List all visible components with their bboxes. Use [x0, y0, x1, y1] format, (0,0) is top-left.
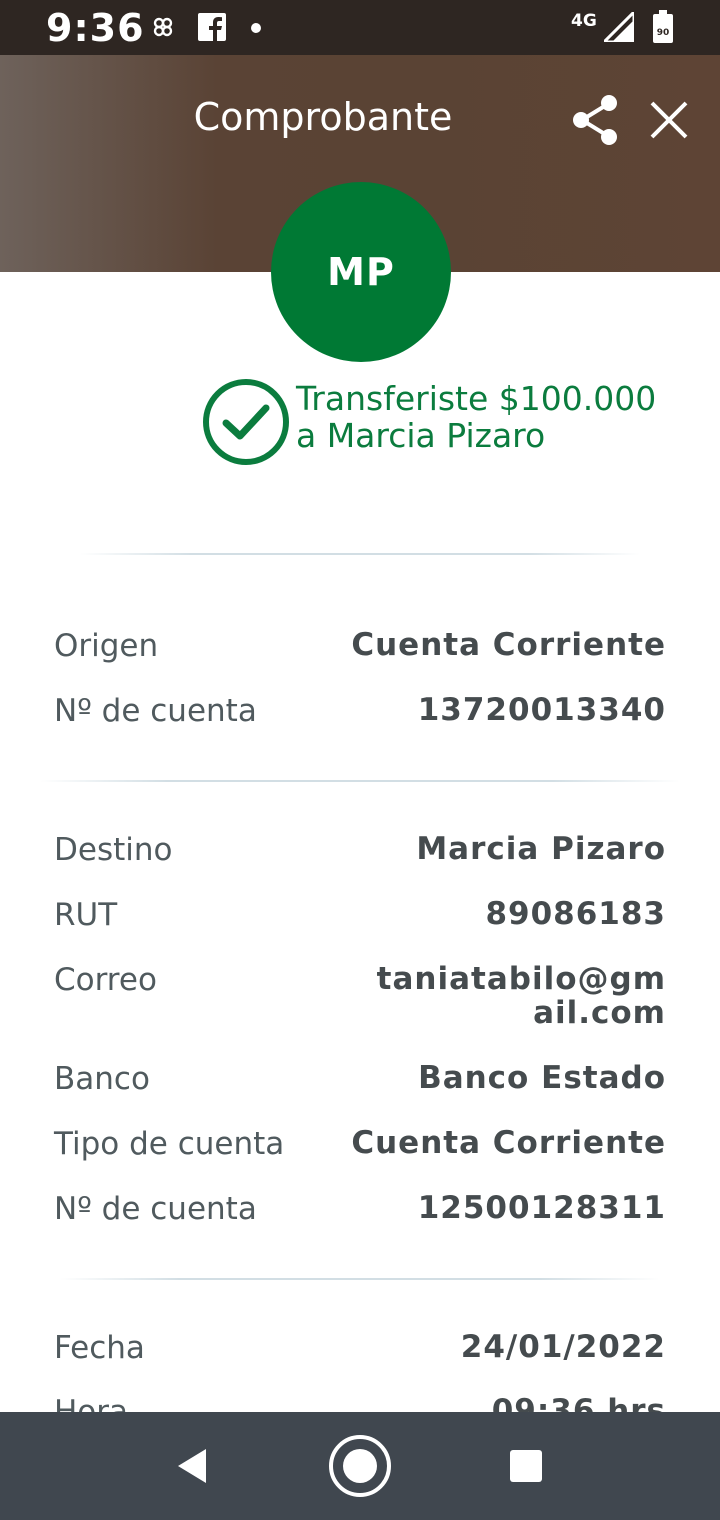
recents-icon [510, 1450, 542, 1482]
origin-account-value: 13720013340 [417, 692, 666, 728]
home-icon [329, 1435, 391, 1497]
account-type-value: Cuenta Corriente [351, 1125, 666, 1161]
avatar: MP [271, 182, 451, 362]
close-button[interactable] [646, 97, 692, 143]
home-button[interactable] [328, 1434, 392, 1498]
origin-value: Cuenta Corriente [351, 627, 666, 663]
dot-icon [251, 23, 261, 33]
divider [60, 1278, 660, 1280]
destination-account-value: 12500128311 [417, 1190, 666, 1226]
status-bar: 9:36 4G 90 [0, 0, 720, 55]
bank-label: Banco [54, 1061, 150, 1097]
battery-icon: 90 [653, 10, 673, 43]
bank-value: Banco Estado [418, 1060, 666, 1096]
destination-account-label: Nº de cuenta [54, 1191, 257, 1227]
date-label: Fecha [54, 1330, 145, 1366]
transfer-success-message: Transferiste $100.000 a Marcia Pizaro [296, 380, 696, 454]
origin-label: Origen [54, 628, 159, 664]
close-icon [650, 101, 688, 139]
success-recipient: a Marcia Pizaro [296, 416, 546, 455]
divider [80, 553, 640, 555]
destination-value: Marcia Pizaro [416, 831, 666, 867]
rut-value: 89086183 [485, 896, 666, 932]
recents-button[interactable] [494, 1434, 558, 1498]
divider [40, 780, 680, 782]
destination-label: Destino [54, 832, 173, 868]
account-type-label: Tipo de cuenta [54, 1126, 285, 1162]
app-notification-icon [153, 17, 173, 37]
battery-level: 90 [657, 28, 670, 38]
origin-account-label: Nº de cuenta [54, 693, 257, 729]
status-time: 9:36 [46, 6, 145, 50]
share-icon [573, 95, 617, 145]
back-icon [178, 1449, 206, 1483]
email-label: Correo [54, 962, 157, 998]
email-value: taniatabilo@gmail.com [376, 961, 666, 1031]
check-circle-icon [203, 379, 289, 465]
facebook-icon [198, 13, 226, 41]
network-type: 4G [571, 11, 597, 31]
page-title: Comprobante [193, 95, 453, 139]
success-amount: Transferiste $100.000 [296, 379, 657, 418]
date-value: 24/01/2022 [460, 1329, 666, 1365]
navigation-bar [0, 1412, 720, 1520]
share-button[interactable] [570, 93, 622, 147]
back-button[interactable] [160, 1434, 224, 1498]
rut-label: RUT [54, 897, 118, 933]
signal-icon [604, 12, 634, 42]
